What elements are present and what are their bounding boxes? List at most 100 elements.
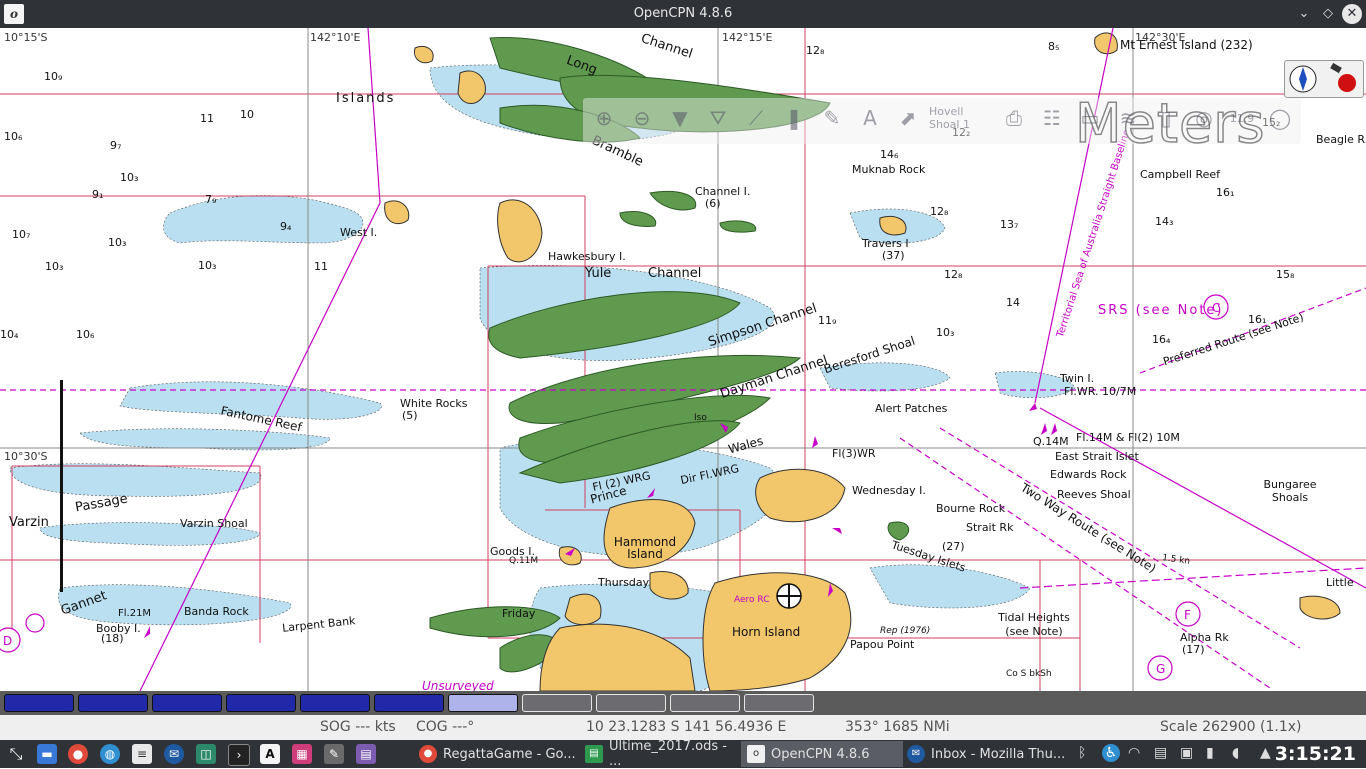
task-opencpn[interactable]: o OpenCPN 4.8.6 [741,741,903,767]
sog-readout: SOG --- kts [320,719,396,735]
piano-key[interactable] [670,694,740,712]
sounding: 14₆ [880,148,899,161]
task-inbox[interactable]: ✉ Inbox - Mozilla Thu... [901,741,1069,767]
man-overboard-icon[interactable]: ◯ [1263,100,1297,136]
feature-label: Edwards Rock [1050,468,1127,481]
route-label[interactable]: Hovell Shoal 1 [929,100,993,136]
screenshot-icon[interactable]: ◫ [196,744,216,764]
feature-label: Reeves Shoal [1057,488,1131,501]
tides-icon[interactable]: ≋ [1111,100,1145,136]
feature-label: Fl(3)WR [832,447,876,460]
thunderbird-icon[interactable]: ✉ [164,744,184,764]
battery-icon[interactable]: ▮ [1206,745,1214,761]
feature-label: Papou Point [850,638,915,651]
feature-label: Beagle R. [1316,133,1366,146]
feature-label: (37) [882,249,905,262]
wifi-icon[interactable]: ◠ [1128,745,1140,761]
piano-key[interactable] [226,694,296,712]
lat-label-mid: 10°30'S [4,450,48,463]
chart-scale: Scale 262900 (1.1x) [1160,719,1302,735]
info-icon[interactable]: ▯ [1149,100,1183,136]
feature-label: Little [1326,576,1354,589]
gps-icon[interactable]: ◎ [1187,100,1221,136]
piano-key[interactable] [374,694,444,712]
piano-key[interactable] [4,694,74,712]
cursor-position: 10 23.1283 S 141 56.4936 E [586,719,787,735]
sounding: 10₃ [108,236,127,249]
zoom-value[interactable]: 11.9 [1225,100,1259,136]
task-label: OpenCPN 4.8.6 [771,746,870,762]
sounding: 10₉ [44,70,63,83]
task-label: RegattaGame - Go... [443,746,576,762]
chrome-icon[interactable]: ● [68,744,88,764]
maximize-icon[interactable]: ◇ [1318,4,1338,24]
compass-widget[interactable] [1284,60,1364,98]
feature-label: Rep (1976) [880,626,931,636]
sounding: 13₇ [1000,218,1019,231]
print-icon[interactable]: ⎙ [997,100,1031,136]
feature-label: Varzin Shoal [180,517,248,530]
sounding: 12₈ [930,205,949,218]
piano-key[interactable] [300,694,370,712]
chart-canvas[interactable]: CFGD 10°15'S 10°30'S 142°15'E 142°30'E 1… [0,28,1366,691]
sounding: 11₉ [818,314,837,327]
sounding: 11 [314,260,328,273]
feature-label: Yule [585,266,612,281]
piano-key-active[interactable] [448,694,518,712]
piano-key[interactable] [522,694,592,712]
route-icon[interactable]: ⟋ [739,100,773,136]
bluetooth-icon[interactable]: ᛒ [1078,745,1086,761]
piano-key[interactable] [596,694,666,712]
zoom-out-icon[interactable]: ⊖ [625,100,659,136]
task-regattagame[interactable]: ● RegattaGame - Go... [413,741,581,767]
up-arrow-icon[interactable]: ▲ [1260,745,1271,761]
sounding: 10₄ [0,328,19,341]
font-icon[interactable]: A [260,744,280,764]
sounding: 10₆ [4,130,23,143]
feature-label: (27) [942,540,965,553]
feature-label: Q.14M [1033,435,1069,448]
files-icon[interactable]: ▬ [37,744,57,764]
sounding: 16₁ [1248,313,1267,326]
track-icon[interactable]: ❚ [777,100,811,136]
zoom-in-icon[interactable]: ⊕ [587,100,621,136]
feature-label: (5) [402,409,418,422]
measure-icon[interactable]: ✎ [815,100,849,136]
lat-label-top: 10°15'S [4,31,48,44]
spreadsheet-icon[interactable]: ▤ [356,744,376,764]
sounding: 9₇ [110,139,122,152]
spreadsheet-icon: ▤ [585,745,603,763]
clock[interactable]: 3:15:21 [1275,743,1356,765]
piano-key[interactable] [152,694,222,712]
volume-icon[interactable]: ◖ [1232,745,1239,761]
text-editor-icon[interactable]: ≡ [132,744,152,764]
minimize-icon[interactable]: ⌄ [1294,4,1314,24]
accessibility-icon[interactable]: ♿ [1102,744,1120,762]
sounding: 11 [200,112,214,125]
sounding: 10₃ [45,260,64,273]
taskbar: ⤡ ▬ ● ◍ ≡ ✉ ◫ › A ▦ ✎ ▤ ● RegattaGame - … [0,739,1366,769]
ais-icon[interactable]: ⛛ [701,100,735,136]
lock-icon[interactable]: ▣ [1180,745,1193,761]
toggle-icon[interactable]: ⬈ [891,100,925,136]
airport-icon [776,583,802,609]
sounding: 14 [1006,296,1020,309]
terminal-icon[interactable]: › [228,744,250,766]
earth-icon[interactable]: ◍ [100,744,120,764]
clipboard-icon[interactable]: ▤ [1154,745,1167,761]
close-icon[interactable]: ✕ [1342,4,1362,24]
notes-icon[interactable]: ✎ [324,744,344,764]
task-label: Ultime_2017.ods - ... [608,739,727,769]
feature-label: Mt Ernest Island (232) [1120,38,1253,52]
piano-key[interactable] [744,694,814,712]
feature-label: Co S bkSh [1006,669,1052,679]
settings-icon[interactable]: ☷ [1035,100,1069,136]
task-ultime-2017[interactable]: ▤ Ultime_2017.ods - ... [579,739,743,769]
colors-icon[interactable]: ▭ [1073,100,1107,136]
piano-key[interactable] [78,694,148,712]
center-icon[interactable]: ▼ [663,100,697,136]
mark-icon[interactable]: A [853,100,887,136]
menu-icon[interactable]: ⤡ [6,744,26,764]
feature-label: Thursday [598,576,650,589]
calculator-icon[interactable]: ▦ [292,744,312,764]
